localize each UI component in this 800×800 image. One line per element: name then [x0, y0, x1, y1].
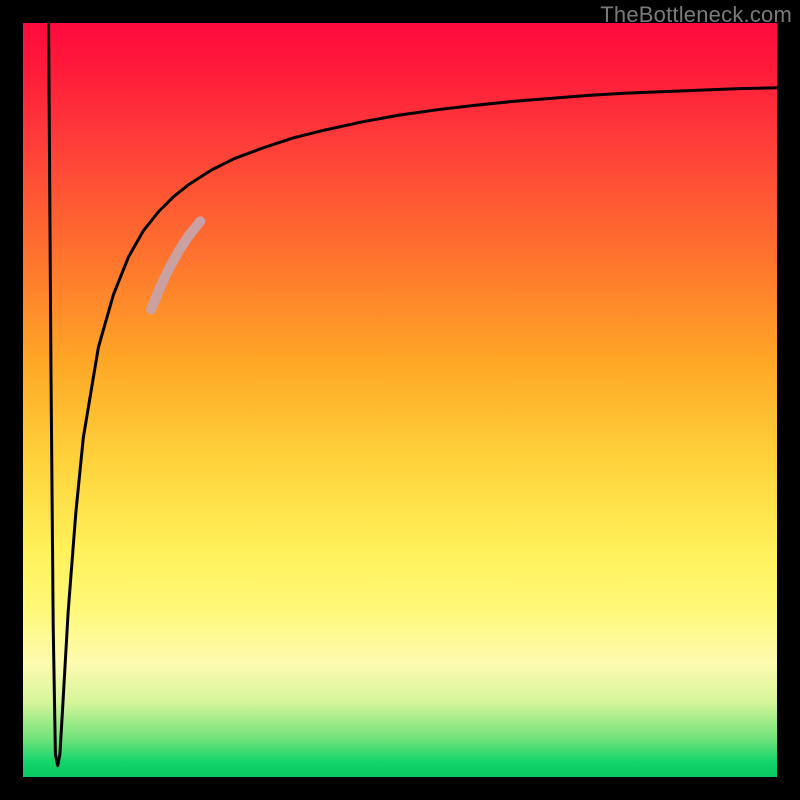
highlight-segment-path [151, 221, 200, 309]
chart-svg [23, 23, 777, 777]
main-curve-path [49, 23, 777, 766]
plot-area [23, 23, 777, 777]
chart-frame: TheBottleneck.com [0, 0, 800, 800]
